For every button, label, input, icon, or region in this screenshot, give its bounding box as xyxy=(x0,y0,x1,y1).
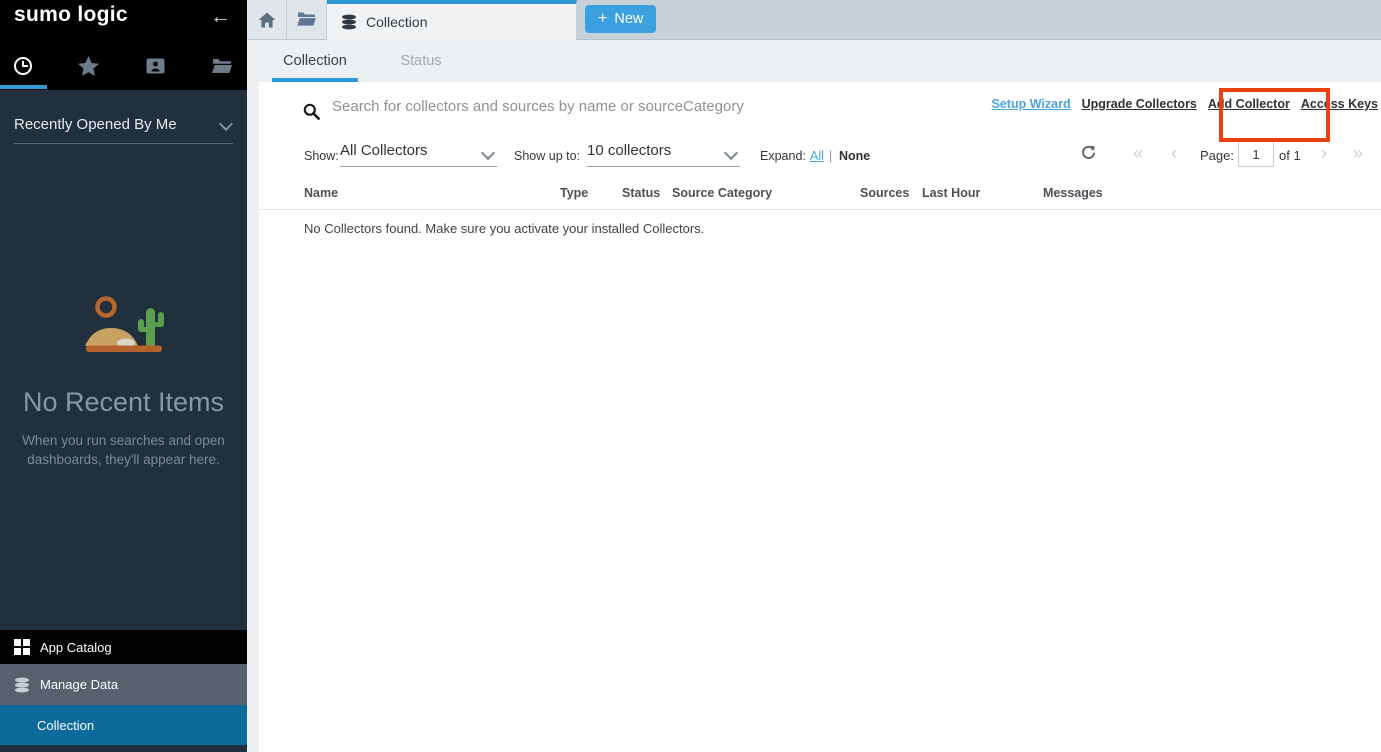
tab-strip: Collection + New xyxy=(247,0,1381,40)
active-nav-indicator xyxy=(0,85,47,89)
no-recent-items-title: No Recent Items xyxy=(0,387,247,418)
home-tab-button[interactable] xyxy=(247,0,287,40)
sidebar: sumo logic ← xyxy=(0,0,247,752)
column-header-messages[interactable]: Messages xyxy=(1043,186,1103,200)
page-number-input[interactable] xyxy=(1238,141,1274,167)
desert-cactus-illustration xyxy=(83,294,165,356)
refresh-button[interactable] xyxy=(1081,145,1096,164)
chevron-down-icon xyxy=(724,146,738,160)
plus-icon: + xyxy=(598,10,607,28)
column-header-name[interactable]: Name xyxy=(304,186,338,200)
chevron-down-icon xyxy=(219,117,233,131)
library-icon[interactable] xyxy=(144,56,166,76)
setup-wizard-link[interactable]: Setup Wizard xyxy=(992,97,1071,111)
filter-toolbar: Show: All Collectors Show up to: 10 coll… xyxy=(259,140,1381,174)
tab-strip-filler: + New xyxy=(577,0,1381,40)
last-page-button[interactable]: » xyxy=(1353,144,1363,162)
previous-page-button[interactable]: ‹ xyxy=(1171,144,1177,162)
tab-collection-label: Collection xyxy=(366,14,427,30)
sidebar-item-label: Manage Data xyxy=(40,677,118,692)
search-input[interactable] xyxy=(330,91,934,121)
collapse-sidebar-icon[interactable]: ← xyxy=(210,6,231,27)
access-keys-link[interactable]: Access Keys xyxy=(1301,97,1378,111)
show-filter-label: Show: xyxy=(304,149,339,163)
sidebar-header: sumo logic ← xyxy=(0,0,247,90)
column-header-sources[interactable]: Sources xyxy=(860,186,909,200)
limit-filter-label: Show up to: xyxy=(514,149,580,163)
no-collectors-message: No Collectors found. Make sure you activ… xyxy=(304,221,704,236)
column-header-source-category[interactable]: Source Category xyxy=(672,186,772,200)
limit-filter-select[interactable]: 10 collectors xyxy=(587,142,740,167)
browse-folder-tab-button[interactable] xyxy=(287,0,327,40)
refresh-icon xyxy=(1081,145,1096,161)
show-filter-select[interactable]: All Collectors xyxy=(340,142,497,167)
page-subtabs: Collection Status xyxy=(247,40,1381,82)
database-icon xyxy=(341,14,357,30)
sidebar-item-app-catalog[interactable]: App Catalog xyxy=(0,630,247,664)
column-header-type[interactable]: Type xyxy=(560,186,588,200)
collectors-table-header: Name Type Status Source Category Sources… xyxy=(259,186,1381,206)
new-button[interactable]: + New xyxy=(585,5,656,33)
recents-clock-icon[interactable] xyxy=(12,56,34,76)
content-gutter xyxy=(247,82,259,752)
tab-collection[interactable]: Collection xyxy=(327,0,577,40)
recent-items-dropdown[interactable]: Recently Opened By Me xyxy=(14,116,233,144)
table-header-divider xyxy=(259,209,1381,210)
sidebar-item-label: Collection xyxy=(37,718,94,733)
recent-items-dropdown-label: Recently Opened By Me xyxy=(14,116,177,133)
collection-panel: Setup Wizard Upgrade Collectors Add Coll… xyxy=(259,82,1381,752)
new-button-label: New xyxy=(614,11,643,27)
grid-icon xyxy=(14,639,31,655)
app-window: sumo logic ← xyxy=(0,0,1381,752)
add-collector-link[interactable]: Add Collector xyxy=(1208,97,1290,111)
sidebar-bottom-nav: App Catalog Manage Data Collection xyxy=(0,630,247,745)
upgrade-collectors-link[interactable]: Upgrade Collectors xyxy=(1082,97,1197,111)
chevron-down-icon xyxy=(481,146,495,160)
no-recent-items-caption: When you run searches and open dashboard… xyxy=(0,431,247,469)
subtab-status[interactable]: Status xyxy=(386,40,456,82)
sidebar-nav-icons xyxy=(0,48,247,90)
sidebar-item-manage-data[interactable]: Manage Data xyxy=(0,664,247,705)
folder-open-icon[interactable] xyxy=(211,56,233,76)
page-of-label: of 1 xyxy=(1279,148,1301,163)
home-icon xyxy=(258,12,276,28)
folder-open-icon xyxy=(297,12,316,27)
next-page-button[interactable]: › xyxy=(1321,144,1327,162)
expand-none-option[interactable]: None xyxy=(839,149,870,163)
subtab-collection[interactable]: Collection xyxy=(272,40,358,82)
first-page-button[interactable]: « xyxy=(1133,144,1143,162)
database-icon xyxy=(14,677,31,693)
page-label: Page: xyxy=(1200,148,1234,163)
search-icon xyxy=(303,103,320,120)
column-header-status[interactable]: Status xyxy=(622,186,660,200)
sidebar-empty-state: No Recent Items When you run searches an… xyxy=(0,294,247,469)
sumo-logic-logo: sumo logic xyxy=(14,3,128,27)
expand-separator: | xyxy=(829,149,832,163)
expand-label: Expand: xyxy=(760,149,806,163)
main-area: Collection + New Collection Status xyxy=(247,0,1381,752)
column-header-last-hour[interactable]: Last Hour xyxy=(922,186,980,200)
favorites-star-icon[interactable] xyxy=(77,56,99,76)
sidebar-item-label: App Catalog xyxy=(40,640,112,655)
toolbar-links: Setup Wizard Upgrade Collectors Add Coll… xyxy=(992,97,1378,111)
content-body: Setup Wizard Upgrade Collectors Add Coll… xyxy=(247,82,1381,752)
sidebar-item-collection[interactable]: Collection xyxy=(0,705,247,745)
expand-all-link[interactable]: All xyxy=(810,149,824,163)
